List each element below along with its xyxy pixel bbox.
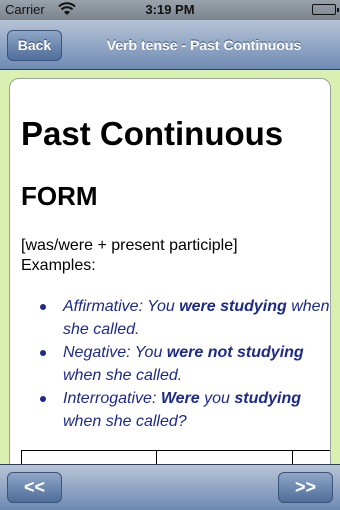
form-heading: FORM xyxy=(21,181,98,211)
bullet-icon xyxy=(40,396,46,402)
examples-list: Affirmative: You were studying when she … xyxy=(40,295,330,433)
bullet-icon xyxy=(40,350,46,356)
navigation-bar: Back Verb tense - Past Continuous xyxy=(0,20,340,70)
bottom-toolbar: << >> xyxy=(0,464,340,510)
back-button[interactable]: Back xyxy=(7,30,62,61)
clock: 3:19 PM xyxy=(145,2,195,17)
example-affirmative: Affirmative: You were studying when she … xyxy=(40,295,330,341)
example-interrogative: Interrogative: Were you studying when sh… xyxy=(40,387,330,433)
bullet-icon xyxy=(40,304,46,310)
content-card[interactable]: Past Continuous FORM [was/were + present… xyxy=(9,78,331,478)
previous-button[interactable]: << xyxy=(7,472,62,503)
nav-title: Verb tense - Past Continuous xyxy=(106,37,302,53)
examples-label: Examples: xyxy=(21,257,96,274)
form-formula: [was/were + present participle] xyxy=(21,237,238,254)
example-negative: Negative: You were not studying when she… xyxy=(40,341,330,387)
next-button[interactable]: >> xyxy=(278,472,333,503)
page-title: Past Continuous xyxy=(21,115,284,152)
status-bar: Carrier 3:19 PM xyxy=(0,0,340,20)
form-description: [was/were + present participle] Examples… xyxy=(21,236,238,276)
battery-icon xyxy=(312,4,339,15)
